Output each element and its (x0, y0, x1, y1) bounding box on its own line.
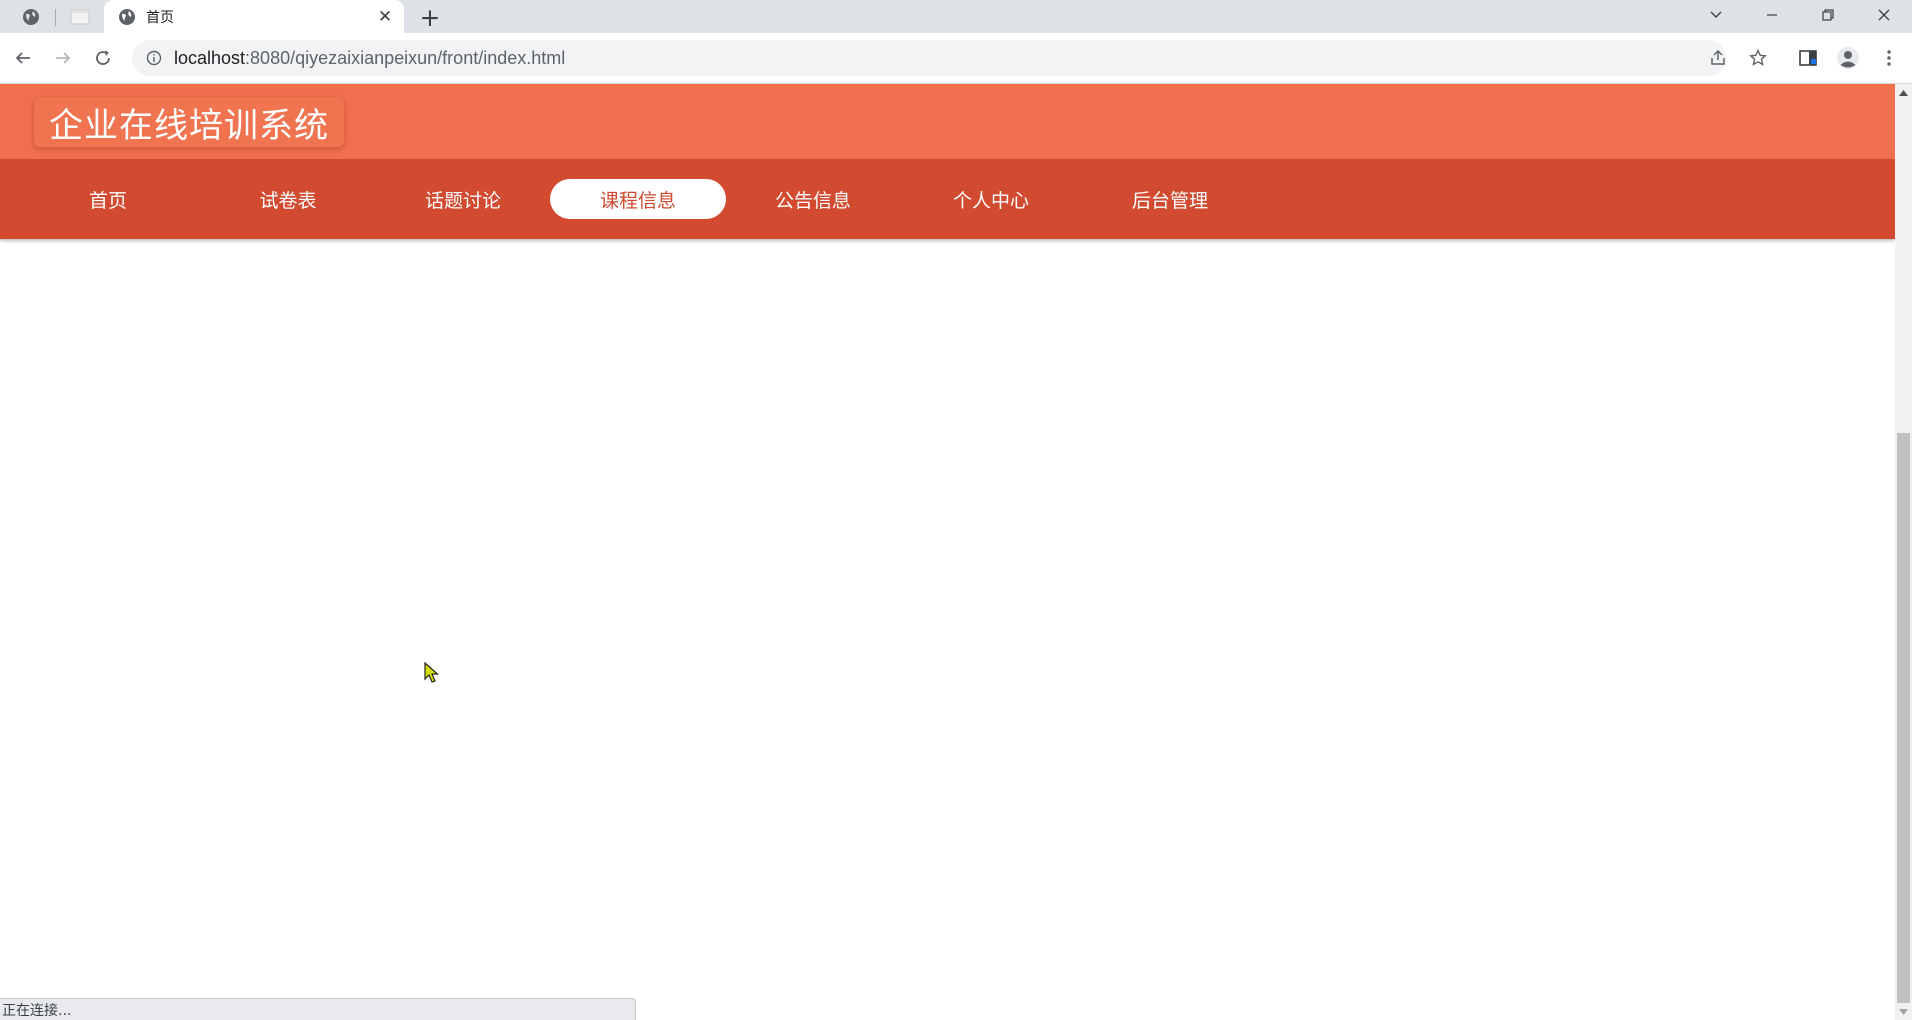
nav-item-course-info[interactable]: 课程信息 (550, 179, 726, 219)
pinned-tab-1[interactable] (8, 3, 54, 31)
blank-page-icon (70, 9, 90, 25)
minimize-icon[interactable] (1744, 0, 1800, 30)
browser-tab-strip: 首页 ✕ + (0, 0, 1912, 33)
close-icon[interactable]: ✕ (374, 6, 396, 28)
page-viewport: 企业在线培训系统 首页 试卷表 话题讨论 课程信息 公告信息 个人中心 后台管理 (0, 84, 1912, 1020)
browser-toolbar: localhost:8080/qiyezaixianpeixun/front/i… (0, 33, 1912, 84)
profile-icon[interactable] (1835, 45, 1861, 71)
info-icon[interactable] (146, 50, 162, 66)
url-path: :8080/qiyezaixianpeixun/front/index.html (245, 47, 566, 68)
url-host: localhost (174, 47, 246, 68)
share-icon[interactable] (1708, 48, 1728, 68)
nav-item-admin[interactable]: 后台管理 (1082, 179, 1258, 219)
active-tab[interactable]: 首页 ✕ (104, 0, 404, 33)
tab-title: 首页 (146, 9, 174, 26)
status-text: 正在连接... (2, 1002, 72, 1019)
nav-item-personal-center[interactable]: 个人中心 (903, 179, 1079, 219)
restore-icon[interactable] (1800, 0, 1856, 30)
address-bar[interactable]: localhost:8080/qiyezaixianpeixun/front/i… (132, 40, 1767, 76)
scroll-down-arrow-icon[interactable] (1895, 1003, 1912, 1020)
side-panel-icon[interactable] (1795, 45, 1821, 71)
nav-item-exam-papers[interactable]: 试卷表 (200, 179, 376, 219)
nav-item-announcements[interactable]: 公告信息 (725, 179, 901, 219)
site-title: 企业在线培训系统 (49, 105, 329, 146)
pinned-tab-2[interactable] (57, 3, 103, 31)
kebab-menu-icon[interactable] (1876, 45, 1902, 71)
vertical-scrollbar[interactable] (1895, 84, 1912, 1020)
reload-icon[interactable] (88, 43, 118, 73)
star-icon[interactable] (1748, 48, 1768, 68)
tab-separator (55, 9, 56, 26)
site-nav: 首页 试卷表 话题讨论 课程信息 公告信息 个人中心 后台管理 (0, 159, 1895, 239)
plus-icon[interactable]: + (416, 4, 444, 30)
browser-status-bar: 正在连接... (0, 998, 636, 1020)
globe-icon (23, 9, 39, 25)
back-arrow-icon[interactable] (8, 43, 38, 73)
site-header: 企业在线培训系统 (0, 84, 1895, 159)
url-text: localhost:8080/qiyezaixianpeixun/front/i… (174, 48, 565, 69)
nav-item-topic-discussion[interactable]: 话题讨论 (375, 179, 551, 219)
globe-icon (118, 8, 136, 26)
scroll-up-arrow-icon[interactable] (1895, 84, 1912, 101)
window-close-icon[interactable] (1856, 0, 1912, 30)
mouse-cursor-icon (424, 662, 440, 683)
nav-item-home[interactable]: 首页 (20, 179, 196, 219)
chevron-down-icon[interactable] (1688, 0, 1744, 30)
scrollbar-thumb[interactable] (1897, 433, 1910, 1003)
forward-arrow-icon[interactable] (48, 43, 78, 73)
site-brand[interactable]: 企业在线培训系统 (34, 97, 344, 147)
